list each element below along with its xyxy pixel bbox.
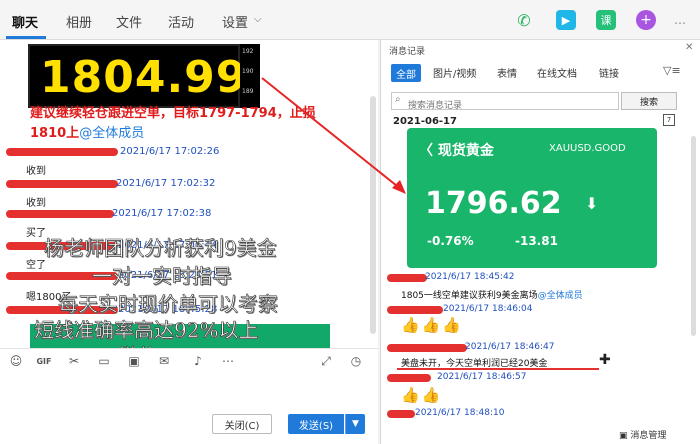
active-tab-indicator (6, 36, 46, 39)
sender-name-redacted (387, 344, 467, 352)
image-icon[interactable]: ▣ (126, 353, 142, 369)
video-call-icon[interactable]: ▶ (556, 10, 576, 30)
promo-watermark-line: 杨老师团队分析获利9美金 (44, 236, 277, 261)
plus-icon: ✚ (599, 352, 611, 368)
scale-label: 189 (242, 88, 254, 95)
top-navigation: 聊天 相册 文件 活动 设置 ⌵ ✆ ▶ 课 + … (0, 0, 700, 40)
panel-title: 消息记录 (389, 47, 426, 57)
tab-album[interactable]: 相册 (66, 12, 92, 31)
filter-tab-links[interactable]: 链接 (599, 65, 619, 80)
promo-watermark-line: 短线准确率高达92%以上 (34, 318, 259, 343)
filter-tab-media[interactable]: 图片/视频 (433, 65, 476, 80)
thumbs-up-icon: 👍👍 (401, 386, 443, 404)
scale-label: 190 (242, 68, 254, 75)
scale-label: 192 (242, 48, 254, 55)
folder-icon[interactable]: ▭ (96, 353, 112, 369)
sender-name-redacted (6, 210, 114, 218)
highlight-underline (397, 368, 599, 370)
emoji-icon[interactable]: ☺ (8, 353, 24, 369)
close-button[interactable]: 关闭(C) (212, 414, 272, 434)
record-time: 2021/6/17 18:48:10 (415, 408, 505, 418)
record-text: 1805一线空单建议获利9美金离场@全体成员 (401, 291, 583, 301)
message-text: 收到 (26, 166, 46, 177)
course-icon[interactable]: 课 (596, 10, 616, 30)
scissors-icon[interactable]: ✂ (66, 353, 82, 369)
gold-percent-change: -0.76% (427, 234, 474, 248)
promo-watermark-line: 每天实时现价单可以考察 (58, 292, 279, 317)
message-time: 2021/6/17 17:02:32 (116, 178, 216, 189)
sender-name-redacted (387, 410, 415, 418)
sender-name-redacted (387, 374, 431, 382)
tab-files[interactable]: 文件 (116, 12, 142, 31)
tab-activity[interactable]: 活动 (168, 12, 194, 31)
phone-icon[interactable]: ✆ (514, 10, 534, 30)
arrow-down-icon: ⬇ (585, 194, 599, 213)
record-time: 2021/6/17 18:46:57 (437, 372, 527, 382)
expand-icon[interactable]: ⤢ (318, 353, 334, 369)
message-text: 收到 (26, 198, 46, 209)
close-icon[interactable]: ✕ (685, 42, 693, 53)
search-input[interactable] (408, 98, 608, 114)
promo-watermark-line: 一对一实时指导 (92, 264, 233, 289)
price-ticker: 1804.99 (28, 44, 246, 108)
search-box: ⌕ (391, 92, 619, 114)
sender-name-redacted (6, 180, 118, 188)
search-button[interactable]: 搜索 (621, 92, 677, 110)
advice-message: 建议继续轻仓跟进空单，目标1797-1794，止损1810上@全体成员 (30, 104, 350, 144)
message-time: 2021/6/17 17:02:38 (112, 208, 212, 219)
message-text: 空了 (26, 260, 46, 271)
more-tools-icon[interactable]: ⋯ (220, 353, 236, 369)
chevron-down-icon[interactable]: ⌵ (254, 14, 262, 25)
filter-tab-all[interactable]: 全部 (391, 64, 421, 82)
gif-icon[interactable]: GIF (36, 353, 52, 369)
thumbs-up-icon: 👍👍👍 (401, 316, 464, 334)
red-packet-icon[interactable]: ✉ (156, 353, 172, 369)
compose-toolbar: ☺ GIF ✂ ▭ ▣ ✉ ♪ ⋯ ⤢ ◷ (0, 348, 378, 374)
ticker-price: 1804.99 (40, 52, 248, 103)
advice-text: 建议继续轻仓跟进空单，目标1797-1794，止损1810上 (30, 106, 316, 141)
date-header: 2021-06-17 (393, 116, 457, 127)
gold-symbol: XAUUSD.GOOD (549, 143, 626, 154)
tab-chat[interactable]: 聊天 (12, 12, 38, 31)
sender-name-redacted (387, 274, 427, 282)
gold-point-change: -13.81 (515, 234, 558, 248)
record-time: 2021/6/17 18:46:47 (465, 342, 555, 352)
sender-name-redacted (387, 306, 443, 314)
filter-tab-stickers[interactable]: 表情 (497, 65, 517, 80)
message-text: 买了 (26, 228, 46, 239)
bell-icon[interactable]: ♪ (190, 353, 206, 369)
tab-settings[interactable]: 设置 (222, 12, 248, 31)
record-time: 2021/6/17 18:45:42 (425, 272, 515, 282)
gold-price: 1796.62 (425, 186, 562, 221)
gold-card-title: 〈 现货黄金 (419, 143, 494, 159)
gold-price-card[interactable]: 〈 现货黄金 XAUUSD.GOOD 1796.62 ⬇ -0.76% -13.… (407, 128, 657, 268)
calendar-icon[interactable]: 7 (663, 114, 675, 126)
history-icon[interactable]: ◷ (348, 353, 364, 369)
add-icon[interactable]: + (636, 10, 656, 30)
mention-all[interactable]: @全体成员 (79, 126, 144, 141)
panel-scrollbar[interactable] (691, 136, 696, 336)
search-icon: ⌕ (395, 94, 401, 105)
message-time: 2021/6/17 17:02:26 (120, 146, 220, 157)
record-time: 2021/6/17 18:46:04 (443, 304, 533, 314)
send-button[interactable]: 发送(S) (288, 414, 344, 434)
message-management-link[interactable]: ▣ 消息管理 (619, 428, 666, 441)
chat-scrollbar[interactable] (370, 96, 376, 334)
filter-icon[interactable]: ▽≡ (663, 64, 681, 77)
more-icon[interactable]: … (670, 10, 690, 30)
message-history-panel: 消息记录 ✕ 全部 图片/视频 表情 在线文档 链接 ▽≡ ⌕ 搜索 2021-… (380, 40, 700, 444)
send-options-chevron-icon[interactable]: ▼ (345, 414, 365, 434)
filter-tab-docs[interactable]: 在线文档 (537, 65, 577, 80)
sender-name-redacted (6, 148, 118, 156)
